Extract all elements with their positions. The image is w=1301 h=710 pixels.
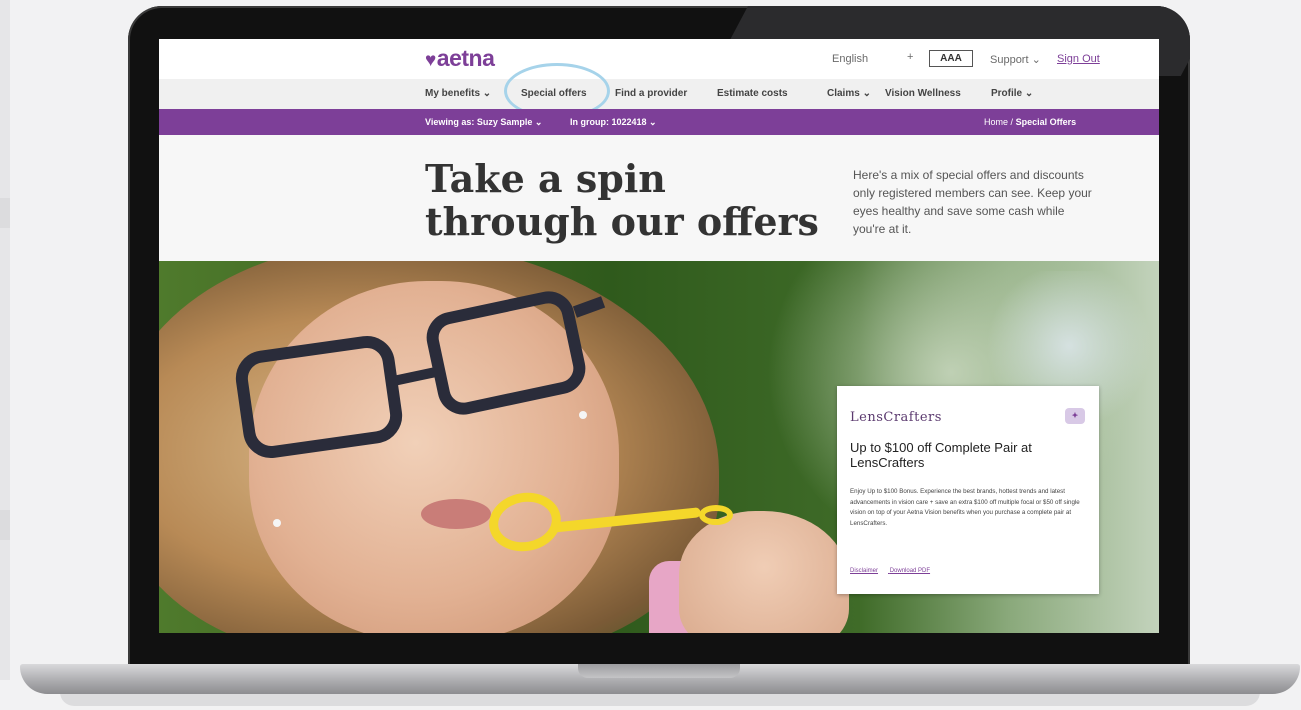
nav-claims[interactable]: Claims ⌄ xyxy=(827,88,871,99)
earring xyxy=(579,411,587,419)
chevron-down-icon: ⌄ xyxy=(482,88,492,99)
laptop-notch xyxy=(578,664,740,678)
chevron-down-icon: ⌄ xyxy=(1024,88,1034,99)
offer-links: Disclaimer Download PDF xyxy=(850,568,940,574)
offer-brand: LensCrafters xyxy=(850,410,942,425)
left-edge xyxy=(0,0,10,680)
sign-out-link[interactable]: Sign Out xyxy=(1057,53,1100,65)
breadcrumb-separator: / xyxy=(1010,117,1014,127)
chevron-down-icon: ⌄ xyxy=(1031,54,1041,66)
offer-title[interactable]: Up to $100 off Complete Pair at LensCraf… xyxy=(850,440,1080,470)
disclaimer-link[interactable]: Disclaimer xyxy=(850,568,878,574)
offer-card[interactable]: LensCrafters ✦ Up to $100 off Complete P… xyxy=(837,386,1099,594)
nav-label: Profile xyxy=(991,88,1023,99)
breadcrumb-home[interactable]: Home xyxy=(984,117,1008,127)
chevron-down-icon: ⌄ xyxy=(862,88,871,99)
nav-find-provider[interactable]: Find a provider xyxy=(615,88,687,99)
page-title: Take a spin through our offers xyxy=(425,156,819,244)
support-label: Support xyxy=(990,54,1029,66)
download-pdf-link[interactable]: Download PDF xyxy=(890,568,930,574)
laptop-bezel: ♥aetna English + AAA Support ⌄ Sign Out … xyxy=(128,6,1190,670)
bubble-wand-end xyxy=(699,505,733,525)
main-nav: My benefits ⌄ Special offers Find a prov… xyxy=(159,79,1159,109)
member-bar: Viewing as: Suzy Sample ⌄ In group: 1022… xyxy=(159,109,1159,135)
nav-estimate-costs[interactable]: Estimate costs xyxy=(717,88,788,99)
offer-badge-icon: ✦ xyxy=(1065,408,1085,424)
text-size-button[interactable]: AAA xyxy=(929,50,973,67)
breadcrumb: Home / Special Offers xyxy=(984,117,1076,127)
nav-label: My benefits xyxy=(425,88,481,99)
group-label: In group: 1022418 xyxy=(570,117,647,127)
left-edge-mark xyxy=(0,198,10,228)
site-header: ♥aetna English + AAA Support ⌄ Sign Out xyxy=(159,39,1159,79)
nav-profile[interactable]: Profile ⌄ xyxy=(991,88,1033,99)
girl-lips xyxy=(421,499,491,529)
heart-icon: ♥ xyxy=(425,50,436,71)
aetna-logo[interactable]: ♥aetna xyxy=(425,45,495,72)
breadcrumb-current: Special Offers xyxy=(1015,117,1077,127)
viewing-as-selector[interactable]: Viewing as: Suzy Sample ⌄ xyxy=(425,117,542,128)
laptop-screen: ♥aetna English + AAA Support ⌄ Sign Out … xyxy=(159,39,1159,633)
chevron-down-icon: ⌄ xyxy=(534,117,543,127)
earring xyxy=(273,519,281,527)
page-description: Here's a mix of special offers and disco… xyxy=(853,168,1092,236)
laptop-base-shadow xyxy=(60,692,1260,706)
group-selector[interactable]: In group: 1022418 ⌄ xyxy=(570,117,657,128)
nav-vision-wellness[interactable]: Vision Wellness xyxy=(885,88,961,99)
language-selector[interactable]: English xyxy=(832,53,868,65)
support-menu[interactable]: Support ⌄ xyxy=(990,53,1041,66)
logo-text: aetna xyxy=(436,45,495,71)
left-edge-mark xyxy=(0,510,10,540)
offer-body: Enjoy Up to $100 Bonus. Experience the b… xyxy=(850,488,1080,527)
chevron-down-icon: ⌄ xyxy=(649,117,657,127)
nav-my-benefits[interactable]: My benefits ⌄ xyxy=(425,88,491,99)
viewing-as-label: Viewing as: Suzy Sample xyxy=(425,117,533,127)
language-toggle[interactable]: + xyxy=(907,51,913,63)
nav-label: Claims xyxy=(827,88,860,99)
glasses-left-lens xyxy=(232,332,406,462)
